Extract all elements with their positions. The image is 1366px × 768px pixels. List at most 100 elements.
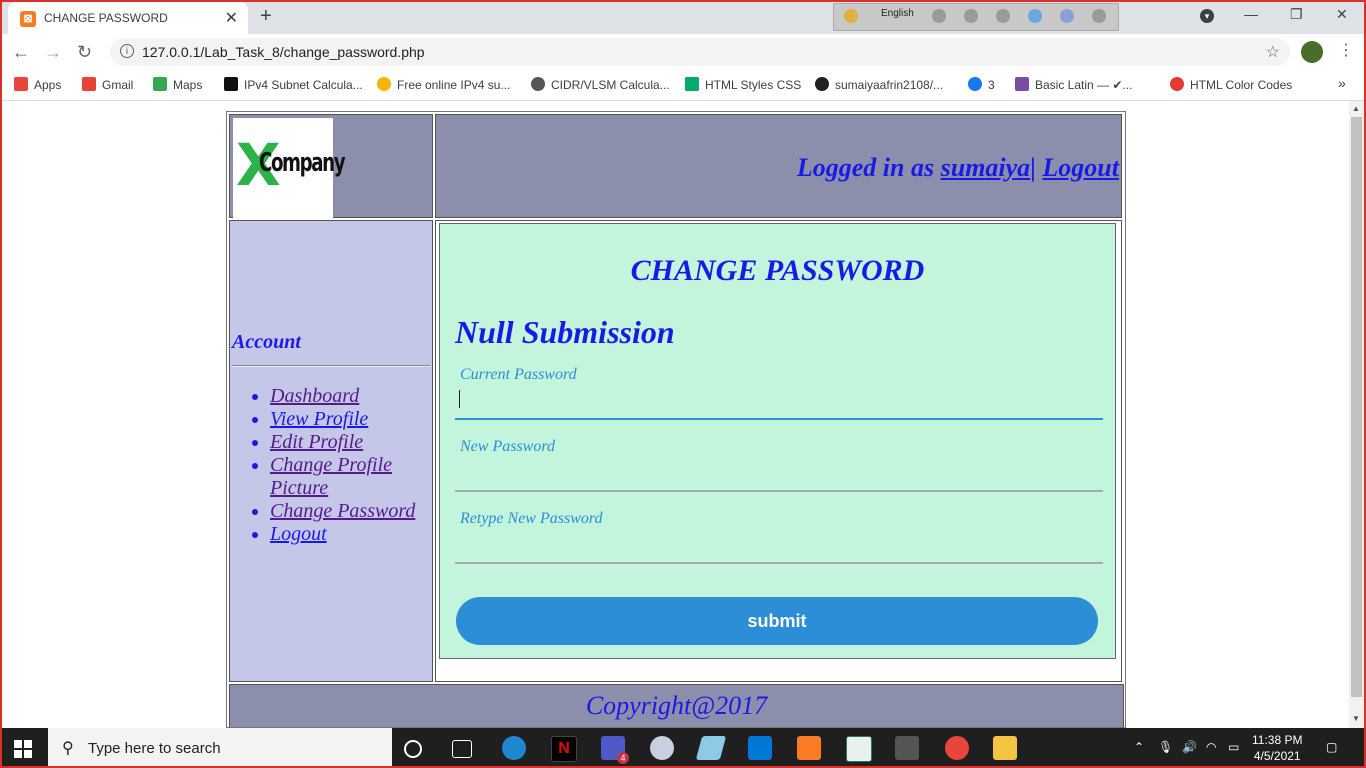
bookmark-item[interactable]: HTML Styles CSS	[685, 77, 801, 92]
scroll-up-icon[interactable]: ▲	[1352, 104, 1360, 113]
new-password-input[interactable]	[455, 460, 1103, 492]
dashboard-link[interactable]: Dashboard	[270, 385, 359, 407]
language-label[interactable]: English	[881, 8, 914, 19]
info-icon[interactable]	[1092, 9, 1106, 23]
cortana-icon[interactable]	[404, 740, 422, 758]
vscode-icon[interactable]	[748, 736, 772, 760]
settings-icon[interactable]	[996, 9, 1010, 23]
profile-avatar[interactable]	[1301, 41, 1323, 63]
show-hidden-icons-icon[interactable]: ⌃	[1134, 740, 1144, 754]
bookmark-item[interactable]: Maps	[153, 77, 202, 92]
keyboard-icon[interactable]	[932, 9, 946, 23]
help-icon[interactable]	[1060, 9, 1074, 23]
bookmark-item[interactable]: sumaiyaafrin2108/...	[815, 77, 943, 92]
page-layout-table: X Company Logged in as sumaiya| Logout A…	[226, 111, 1126, 728]
bookmark-label: IPv4 Subnet Calcula...	[244, 78, 363, 92]
bookmark-label: HTML Styles CSS	[705, 78, 802, 92]
login-status: Logged in as sumaiya| Logout	[797, 153, 1119, 183]
username-link[interactable]: sumaiya	[941, 153, 1031, 182]
close-tab-icon[interactable]: ✕	[225, 8, 238, 28]
sidebar-item-change-password: Change Password	[270, 500, 432, 523]
notion-icon	[224, 77, 238, 91]
browser-menu-icon[interactable]: ⋮	[1338, 40, 1354, 60]
address-bar[interactable]: i 127.0.0.1/Lab_Task_8/change_password.p…	[110, 38, 1290, 66]
volume-icon[interactable]: 🔊	[1182, 740, 1197, 754]
reload-icon[interactable]: ↻	[77, 42, 92, 63]
site-info-icon[interactable]: i	[120, 44, 134, 58]
netflix-icon[interactable]: N	[551, 736, 577, 762]
current-password-input[interactable]	[455, 388, 1103, 420]
tab-title: CHANGE PASSWORD	[44, 11, 168, 25]
page-scrollbar[interactable]: ▲ ▼	[1349, 101, 1364, 728]
company-logo: X Company	[233, 118, 346, 218]
bookmarks-bar: Apps Gmail Maps IPv4 Subnet Calcula... F…	[0, 70, 1366, 101]
bookmark-item[interactable]: Basic Latin — ✔...	[1015, 77, 1132, 92]
forward-icon[interactable]: →	[44, 42, 62, 63]
view-profile-link[interactable]: View Profile	[270, 408, 368, 430]
new-tab-icon[interactable]: +	[260, 5, 272, 28]
paint-icon[interactable]	[650, 736, 674, 760]
logo-cell: X Company	[229, 114, 433, 218]
task-view-icon[interactable]	[452, 740, 472, 758]
back-icon[interactable]: ←	[12, 42, 30, 63]
sticky-notes-icon[interactable]	[695, 736, 727, 760]
atom-icon[interactable]	[895, 736, 919, 760]
file-explorer-icon[interactable]	[993, 736, 1017, 760]
wifi-icon[interactable]: ◠	[1206, 740, 1216, 754]
chrome-icon[interactable]	[945, 736, 969, 760]
submit-button[interactable]: submit	[456, 597, 1098, 645]
account-menu: Dashboard View Profile Edit Profile Chan…	[250, 385, 432, 546]
header-cell: Logged in as sumaiya| Logout	[435, 114, 1122, 218]
minimize-icon[interactable]: —	[1244, 6, 1258, 22]
sidebar-item-change-picture: Change Profile Picture	[270, 454, 432, 500]
bookmark-item[interactable]: CIDR/VLSM Calcula...	[531, 77, 670, 92]
url-text[interactable]: 127.0.0.1/Lab_Task_8/change_password.php	[142, 44, 425, 60]
close-window-icon[interactable]: ✕	[1336, 6, 1348, 23]
taskbar-search[interactable]: ⚲ Type here to search	[48, 728, 392, 768]
language-bar[interactable]: English	[833, 3, 1119, 31]
bookmark-item[interactable]: Free online IPv4 su...	[377, 77, 510, 92]
ime-icon[interactable]	[844, 9, 858, 23]
battery-icon[interactable]: ▭	[1228, 740, 1239, 754]
logged-in-prefix: Logged in as	[796, 153, 935, 182]
edit-profile-link[interactable]: Edit Profile	[270, 431, 363, 453]
sidebar-title: Account	[232, 331, 301, 353]
bookmark-item[interactable]: IPv4 Subnet Calcula...	[224, 77, 363, 92]
text-caret	[459, 390, 460, 408]
bookmark-item[interactable]: Gmail	[82, 77, 133, 92]
pen-icon[interactable]	[1028, 9, 1042, 23]
microphone-icon[interactable]: 🎙	[1158, 740, 1173, 754]
tools-icon[interactable]	[964, 9, 978, 23]
bookmark-item[interactable]: HTML Color Codes	[1170, 77, 1292, 92]
access-icon[interactable]	[846, 736, 872, 762]
notifications-icon[interactable]: ▢	[1326, 740, 1337, 754]
header-logout-link[interactable]: Logout	[1042, 153, 1119, 182]
bookmark-item[interactable]: Apps	[14, 77, 61, 92]
xampp-icon[interactable]	[797, 736, 821, 760]
search-icon: ⚲	[62, 740, 74, 757]
change-password-link[interactable]: Change Password	[270, 500, 415, 522]
system-clock[interactable]: 11:38 PM 4/5/2021	[1252, 732, 1302, 764]
retype-password-input[interactable]	[455, 532, 1103, 564]
edge-icon[interactable]	[502, 736, 526, 760]
teams-icon[interactable]: 4	[601, 736, 629, 764]
logout-link[interactable]: Logout	[270, 523, 327, 545]
change-picture-link[interactable]: Change Profile Picture	[270, 454, 392, 499]
bookmark-item[interactable]: 3	[968, 77, 995, 92]
scroll-thumb[interactable]	[1351, 117, 1362, 697]
clock-time: 11:38 PM	[1252, 733, 1303, 747]
restore-icon[interactable]: ❐	[1290, 6, 1303, 23]
bookmark-label: Free online IPv4 su...	[397, 78, 511, 92]
sidebar-item-dashboard: Dashboard	[270, 385, 432, 408]
error-message: Null Submission	[455, 314, 675, 350]
w3schools-icon	[685, 77, 699, 91]
browser-tab[interactable]: ⊠ CHANGE PASSWORD ✕	[8, 2, 248, 34]
bookmark-label: sumaiyaafrin2108/...	[835, 78, 944, 92]
scroll-down-icon[interactable]: ▼	[1352, 714, 1360, 723]
windows-taskbar: ⚲ Type here to search N 4 ⌃ 🎙 🔊 ◠ ▭ 11:3…	[0, 728, 1366, 768]
tab-search-icon[interactable]: ▾	[1200, 9, 1214, 23]
windows-start-icon[interactable]	[14, 740, 32, 758]
bookmark-star-icon[interactable]: ☆	[1266, 42, 1280, 62]
more-bookmarks-icon[interactable]: »	[1338, 75, 1346, 91]
current-password-label: Current Password	[460, 366, 577, 383]
